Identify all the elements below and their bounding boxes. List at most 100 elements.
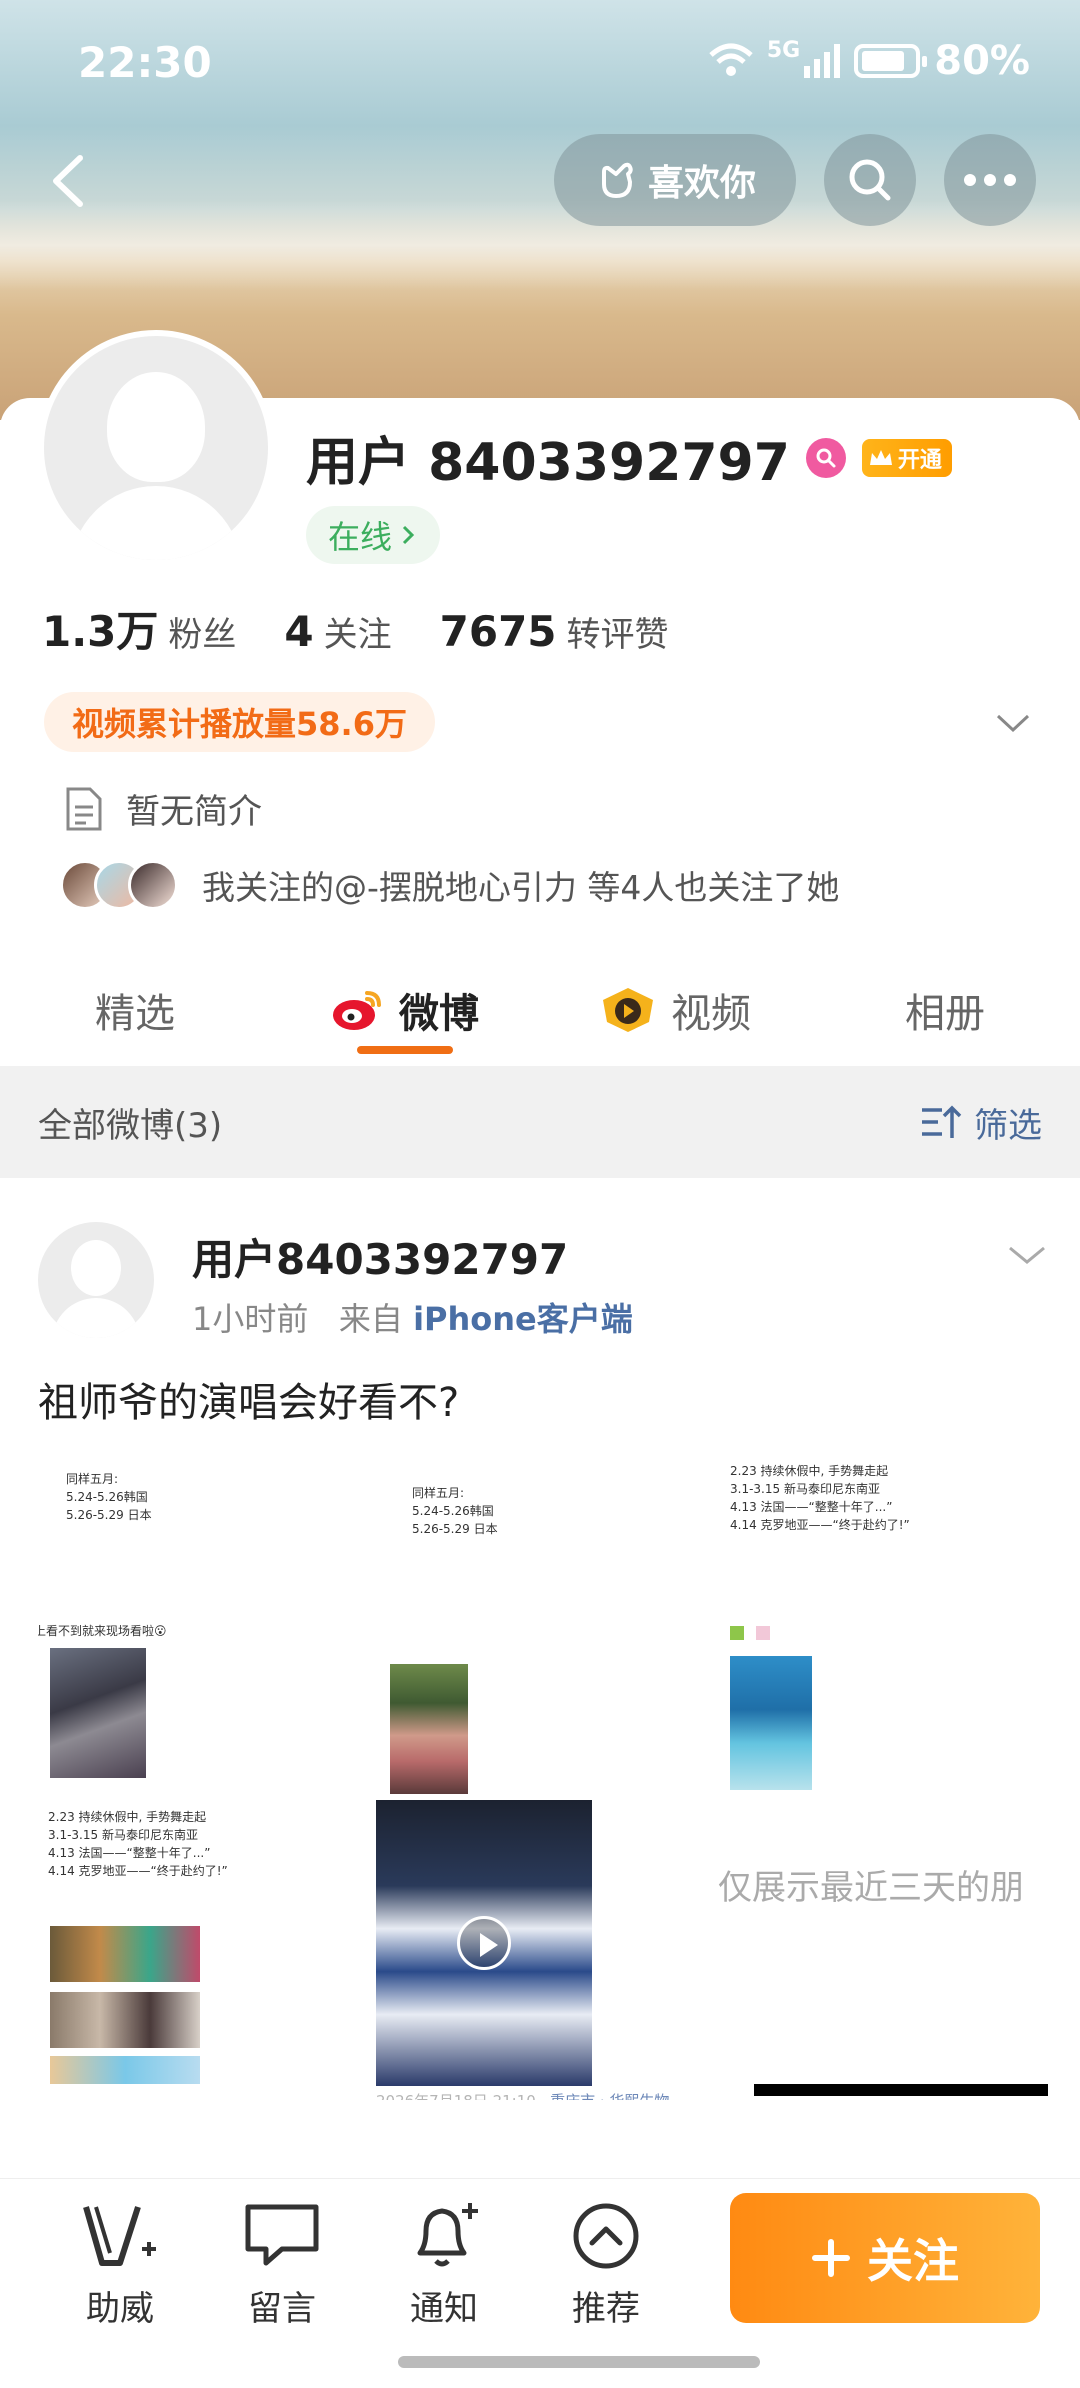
recommend-button[interactable]: 推荐 — [546, 2201, 666, 2330]
search-button[interactable] — [824, 134, 916, 226]
home-indicator[interactable] — [398, 2356, 760, 2368]
message-button[interactable]: 留言 — [222, 2201, 342, 2330]
more-button[interactable] — [944, 134, 1036, 226]
avatar-body — [52, 1298, 140, 1338]
pixelated-photo — [50, 1992, 200, 2048]
post-author-avatar[interactable] — [38, 1222, 154, 1338]
status-icons: 5G 80% — [709, 38, 1030, 84]
online-status[interactable]: 在线 — [306, 506, 441, 564]
v-plus-icon — [83, 2206, 156, 2266]
bell-plus-icon — [417, 2203, 478, 2267]
intro-text: 暂无简介 — [126, 792, 262, 832]
online-label: 在线 — [328, 518, 393, 556]
profile-stats: 1.3万 粉丝 4 关注 7675 转评赞 — [42, 598, 717, 659]
avatar-body — [70, 486, 242, 560]
avatar-head — [71, 1240, 121, 1296]
feed-count-label: 全部微博(3) — [38, 1105, 223, 1146]
stat-num: 4 — [284, 607, 314, 656]
stat-interactions[interactable]: 7675 转评赞 — [440, 607, 669, 656]
post-meta: 1小时前 来自 iPhone客户端 — [192, 1294, 633, 1340]
more-icon — [964, 174, 1016, 186]
search-badge-icon[interactable] — [805, 437, 846, 478]
video-caption-location: 重庆市 · 华熙生物 — [550, 2092, 669, 2100]
search-icon — [849, 159, 891, 201]
mutual-avatar — [128, 860, 178, 910]
video-badge-icon — [603, 988, 653, 1032]
post-video[interactable]: 2026年7月18日 21:10 重庆市 · 华熙生物 — [376, 1800, 716, 2100]
stat-num: 7675 — [439, 607, 557, 656]
pixelated-photo — [390, 1664, 468, 1794]
play-icon[interactable] — [457, 1916, 511, 1970]
mutual-follow-row[interactable]: 我关注的@-摆脱地心引力 等4人也关注了她 — [60, 860, 839, 910]
vip-open-label: 开通 — [897, 447, 942, 473]
stat-label: 粉丝 — [168, 615, 237, 655]
notify-button[interactable]: 通知 — [384, 2201, 504, 2330]
profile-intro[interactable]: 暂无简介 — [64, 784, 262, 833]
image-text: 2.23 持续休假中, 手势舞走起 3.1-3.15 新马泰印尼东南亚 4.13… — [730, 1464, 910, 1532]
mutual-text: 我关注的@-摆脱地心引力 等4人也关注了她 — [202, 868, 840, 907]
image-text: 2.23 持续休假中, 手势舞走起 3.1-3.15 新马泰印尼东南亚 4.13… — [48, 1810, 228, 1878]
signal-icon — [804, 44, 841, 78]
post-menu-chevron-icon[interactable] — [1004, 1232, 1050, 1278]
top-bar: 喜欢你 — [0, 132, 1080, 232]
pixelated-photo — [730, 1656, 812, 1790]
pixel-mark — [730, 1626, 744, 1640]
status-time: 22:30 — [78, 38, 212, 87]
pixelated-photo — [50, 1648, 146, 1778]
profile-username-row: 用户 8403392797 开通 — [306, 420, 952, 495]
cheer-button[interactable]: 助威 — [60, 2201, 180, 2330]
tab-video[interactable]: 视频 — [540, 960, 810, 1060]
like-you-button[interactable]: 喜欢你 — [554, 134, 796, 226]
filter-icon — [922, 1105, 962, 1138]
stat-label: 转评赞 — [566, 615, 669, 655]
post-from-label: 来自 — [338, 1300, 403, 1338]
stat-num: 1.3万 — [42, 607, 159, 656]
profile-avatar[interactable] — [38, 330, 274, 566]
vip-open-badge[interactable]: 开通 — [861, 438, 952, 477]
status-bar: 22:30 5G 80% — [0, 0, 1080, 120]
stat-label: 关注 — [323, 615, 392, 655]
recent-three-days-hint: 仅展示最近三天的朋 — [718, 1868, 1024, 1908]
pixel-mark — [756, 1626, 770, 1640]
video-caption: 2026年7月18日 21:10 重庆市 · 华熙生物 — [376, 2090, 669, 2100]
feed-header: 全部微博(3) 筛选 — [0, 1066, 1080, 1178]
chevron-left-icon — [53, 155, 83, 207]
tab-label: 微博 — [399, 991, 479, 1037]
video-thumbnail — [376, 1800, 592, 2086]
image-text: 上看不到就来现场看啦😮 — [38, 1624, 167, 1638]
video-play-count-badge[interactable]: 视频累计播放量58.6万 — [44, 692, 435, 752]
stat-following[interactable]: 4 关注 — [284, 607, 391, 656]
profile-username: 用户 8403392797 — [306, 433, 790, 493]
post-time: 1小时前 — [192, 1300, 309, 1338]
plus-icon — [812, 2239, 850, 2277]
filter-button[interactable]: 筛选 — [920, 1098, 1042, 1147]
wifi-icon — [709, 43, 753, 76]
video-caption-date: 2026年7月18日 21:10 — [376, 2092, 536, 2100]
hand-heart-icon — [601, 162, 633, 198]
follow-label: 关注 — [867, 2234, 959, 2288]
follow-button[interactable]: 关注 — [730, 2193, 1040, 2323]
crown-icon — [869, 449, 892, 465]
chevron-up-circle-icon — [573, 2203, 639, 2269]
stat-followers[interactable]: 1.3万 粉丝 — [42, 598, 236, 659]
bottom-item-label: 推荐 — [572, 2289, 640, 2329]
post-image[interactable]: 仅展示最近三天的朋 — [718, 1800, 1048, 2100]
back-button[interactable] — [34, 146, 104, 216]
tab-album[interactable]: 相册 — [810, 960, 1080, 1060]
tab-label: 相册 — [905, 991, 985, 1037]
tab-featured[interactable]: 精选 — [0, 960, 270, 1060]
post-source: iPhone客户端 — [413, 1300, 633, 1338]
document-icon — [66, 787, 102, 830]
post-image[interactable]: 2.23 持续休假中, 手势舞走起 3.1-3.15 新马泰印尼东南亚 4.13… — [38, 1800, 362, 2090]
weibo-icon — [333, 991, 381, 1030]
tab-weibo[interactable]: 微博 — [270, 960, 540, 1060]
network-label: 5G — [766, 38, 801, 63]
black-strip — [754, 2084, 1048, 2096]
battery-level: 80% — [934, 38, 1030, 84]
chevron-right-icon — [402, 525, 415, 545]
post-author-name[interactable]: 用户8403392797 — [192, 1226, 568, 1287]
bottom-item-label: 通知 — [410, 2289, 478, 2329]
image-text: 同样五月: 5.24-5.26韩国 5.26-5.29 日本 — [412, 1486, 498, 1536]
image-text: 同样五月: 5.24-5.26韩国 5.26-5.29 日本 — [66, 1472, 152, 1522]
chevron-down-icon[interactable] — [990, 700, 1036, 746]
